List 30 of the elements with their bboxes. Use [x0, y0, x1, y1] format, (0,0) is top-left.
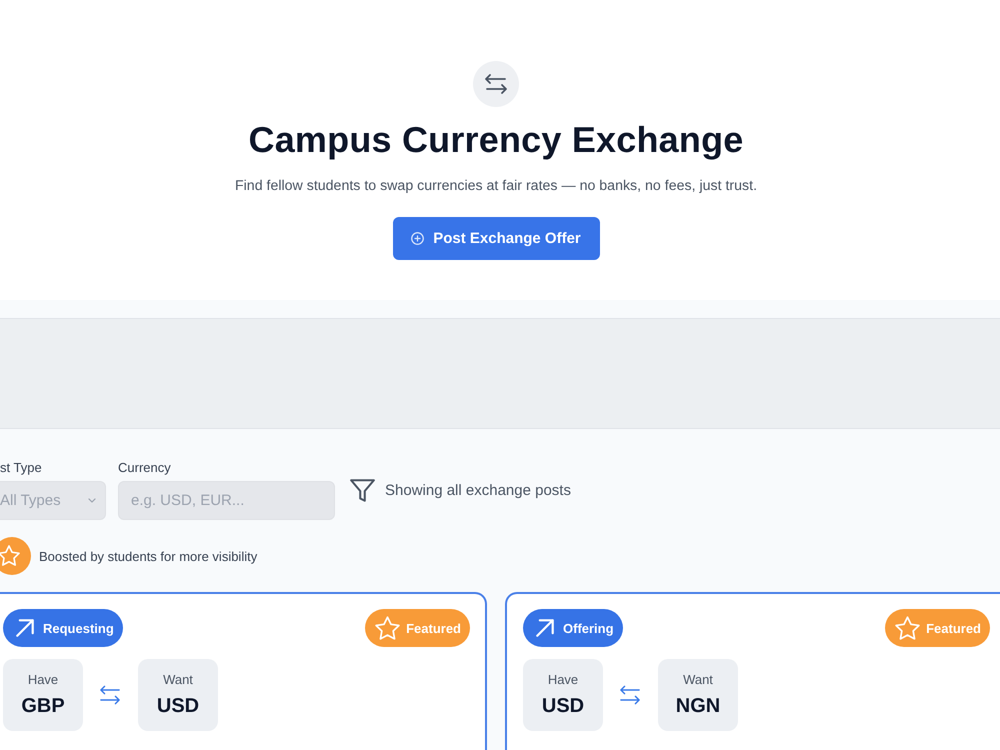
want-currency: USD [156, 694, 200, 718]
swap-arrows-icon [99, 685, 121, 705]
post-type-badge: Offering [523, 609, 623, 647]
arrow-up-right-icon [536, 619, 554, 637]
star-icon [895, 616, 920, 640]
featured-badge: Featured [365, 609, 470, 647]
boosted-note: Boosted by students for more visibility [39, 548, 258, 564]
want-label: Want [683, 672, 713, 688]
page-title: Campus Currency Exchange [248, 118, 744, 162]
page-subtitle: Find fellow students to swap currencies at fair rates — no banks, no fees, just trust. [234, 177, 758, 196]
want-currency: NGN [676, 694, 720, 718]
have-currency: GBP [21, 694, 65, 718]
have-label: Have [28, 672, 58, 688]
have-label: Have [548, 672, 578, 688]
have-currency: USD [542, 694, 584, 718]
swap-arrows-icon [473, 61, 519, 107]
post-offer-button[interactable]: Post Exchange Offer [392, 217, 600, 260]
chevron-down-icon [88, 498, 96, 503]
want-label: Want [163, 672, 193, 688]
post-type-badge: Requesting [3, 609, 123, 647]
currency-input[interactable]: e.g. USD, EUR... [118, 481, 335, 520]
plus-circle-icon [411, 232, 424, 245]
star-icon [375, 616, 400, 640]
currency-label: Currency [118, 460, 172, 476]
filter-icon [350, 478, 375, 502]
filter-status-text: Showing all exchange posts [385, 482, 571, 498]
featured-badge: Featured [885, 609, 990, 647]
post-type-label: st Type [0, 460, 43, 476]
arrow-up-right-icon [16, 619, 34, 637]
swap-arrows-icon [619, 685, 641, 705]
